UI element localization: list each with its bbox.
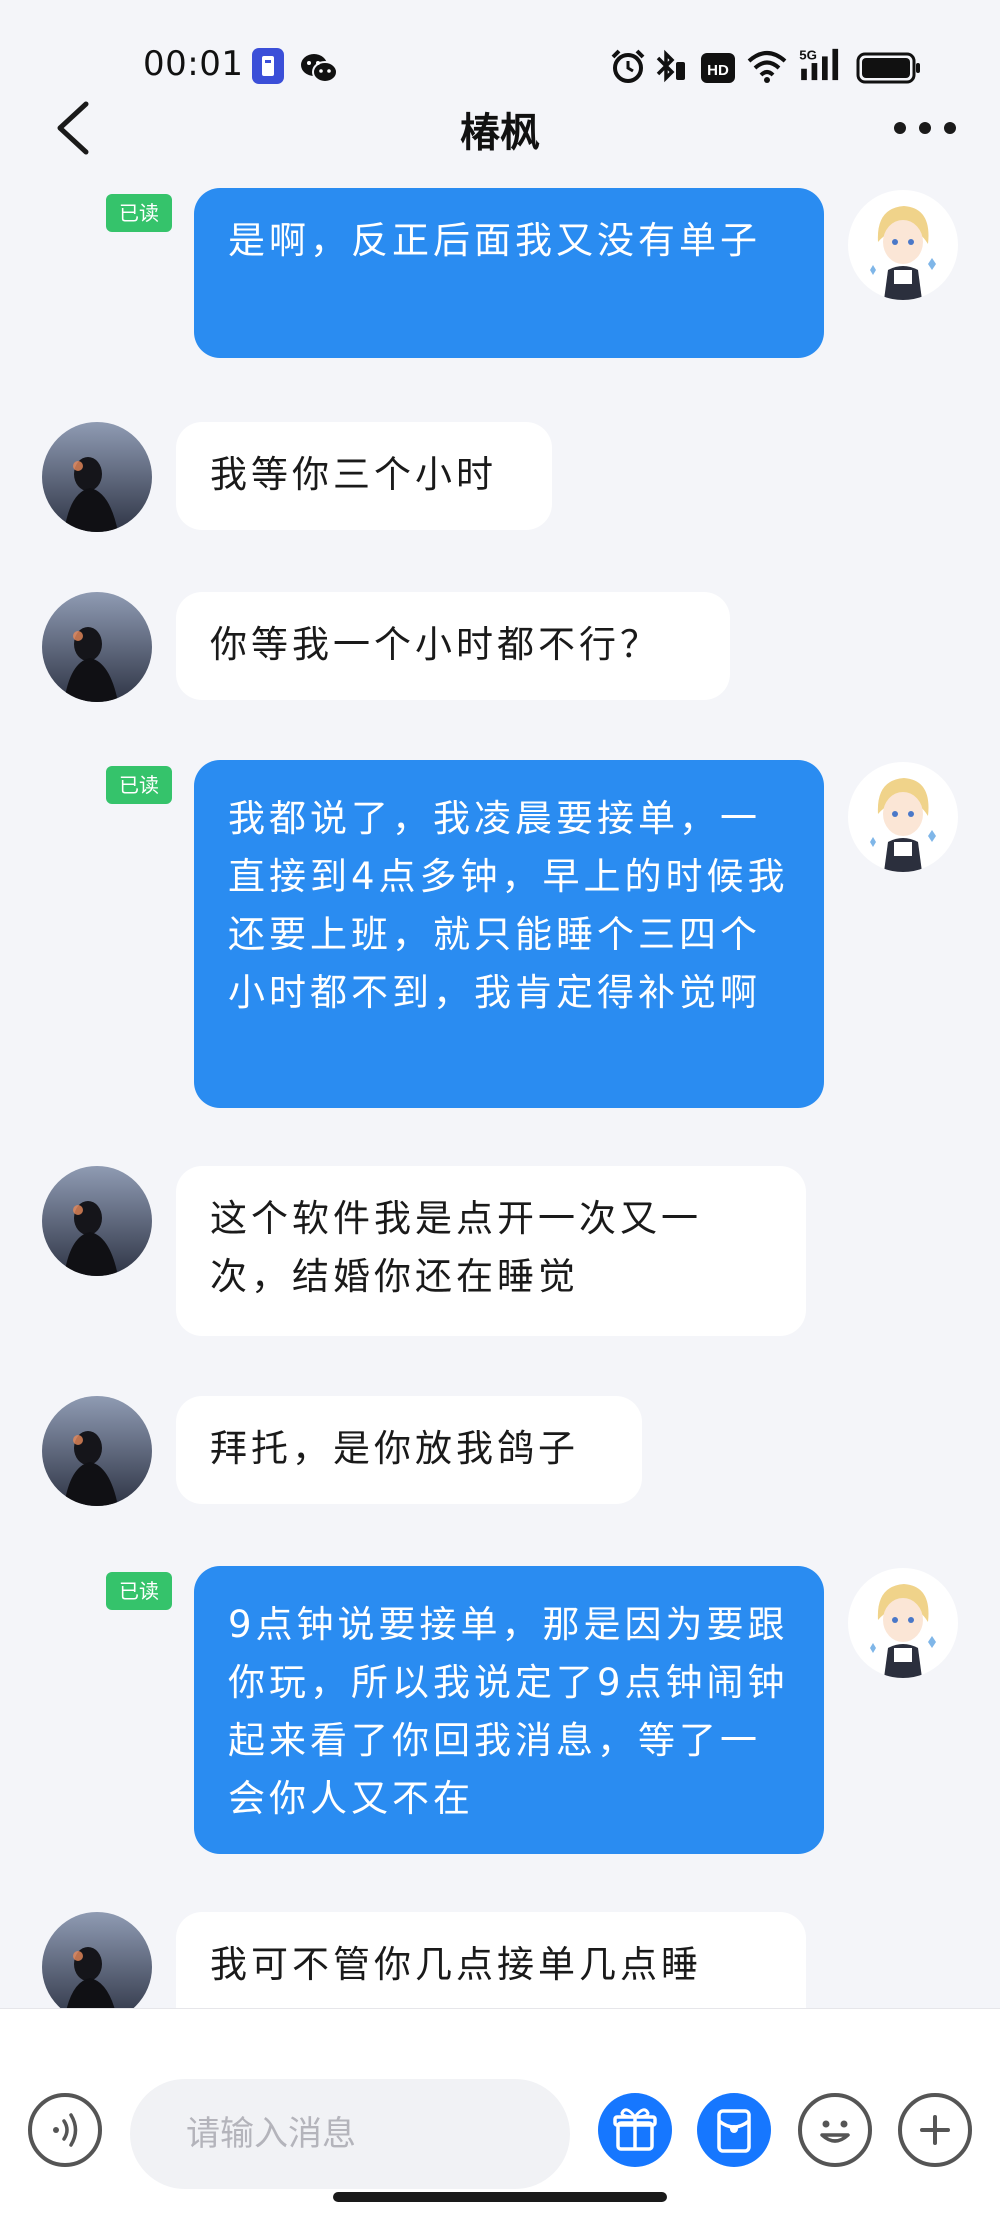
battery-icon — [856, 52, 920, 84]
contact-avatar[interactable] — [42, 1396, 152, 1506]
emoji-icon — [820, 2120, 850, 2143]
read-status-tag: 已读 — [106, 194, 172, 232]
outgoing-message-bubble[interactable]: 9点钟说要接单，那是因为要跟你玩，所以我说定了9点钟闹钟起来看了你回我消息，等了… — [194, 1566, 824, 1854]
contact-avatar[interactable] — [42, 1912, 152, 2008]
svg-text:5G: 5G — [799, 47, 817, 62]
plus-button[interactable] — [898, 2093, 972, 2167]
my-avatar[interactable] — [848, 762, 958, 872]
incoming-message-bubble[interactable]: 我可不管你几点接单几点睡 — [176, 1912, 806, 2008]
gift-button[interactable] — [598, 2093, 672, 2167]
input-bar — [0, 2008, 1000, 2223]
contact-avatar[interactable] — [42, 422, 152, 532]
5g-signal-icon: 5G — [799, 47, 839, 81]
red-packet-icon — [717, 2109, 751, 2153]
svg-text:HD: HD — [707, 62, 729, 79]
app-notification-icon — [252, 48, 284, 84]
plus-icon — [920, 2115, 950, 2145]
my-avatar[interactable] — [848, 190, 958, 300]
outgoing-message-bubble[interactable]: 是啊，反正后面我又没有单子 — [194, 188, 824, 358]
home-indicator[interactable] — [333, 2192, 667, 2202]
wechat-icon — [301, 54, 338, 83]
incoming-message-bubble[interactable]: 这个软件我是点开一次又一次，结婚你还在睡觉 — [176, 1166, 806, 1336]
voice-icon — [53, 2113, 78, 2147]
message-list[interactable]: 已读 是啊，反正后面我又没有单子 我等你三个小时 你等我一个小时都不行？ 已读 … — [0, 170, 1000, 2008]
wifi-icon — [747, 51, 787, 83]
gift-icon — [613, 2108, 657, 2151]
my-avatar[interactable] — [848, 1568, 958, 1678]
alarm-icon — [611, 49, 645, 83]
status-time: 00:01 — [143, 44, 244, 84]
contact-avatar[interactable] — [42, 1166, 152, 1276]
bluetooth-icon — [656, 49, 685, 83]
back-chevron-left-icon[interactable] — [48, 98, 104, 158]
hd-icon: HD — [701, 53, 735, 83]
read-status-tag: 已读 — [106, 1572, 172, 1610]
incoming-message-bubble[interactable]: 我等你三个小时 — [176, 422, 552, 530]
outgoing-message-bubble[interactable]: 我都说了，我凌晨要接单，一直接到4点多钟，早上的时候我还要上班，就只能睡个三四个… — [194, 760, 824, 1108]
voice-button[interactable] — [28, 2093, 102, 2167]
message-input[interactable] — [130, 2079, 570, 2189]
emoji-button[interactable] — [798, 2093, 872, 2167]
red-packet-button[interactable] — [697, 2093, 771, 2167]
incoming-message-bubble[interactable]: 拜托，是你放我鸽子 — [176, 1396, 642, 1504]
more-dots-icon[interactable] — [880, 106, 970, 150]
read-status-tag: 已读 — [106, 766, 172, 804]
chat-title: 椿枫 — [460, 110, 540, 156]
incoming-message-bubble[interactable]: 你等我一个小时都不行？ — [176, 592, 730, 700]
contact-avatar[interactable] — [42, 592, 152, 702]
